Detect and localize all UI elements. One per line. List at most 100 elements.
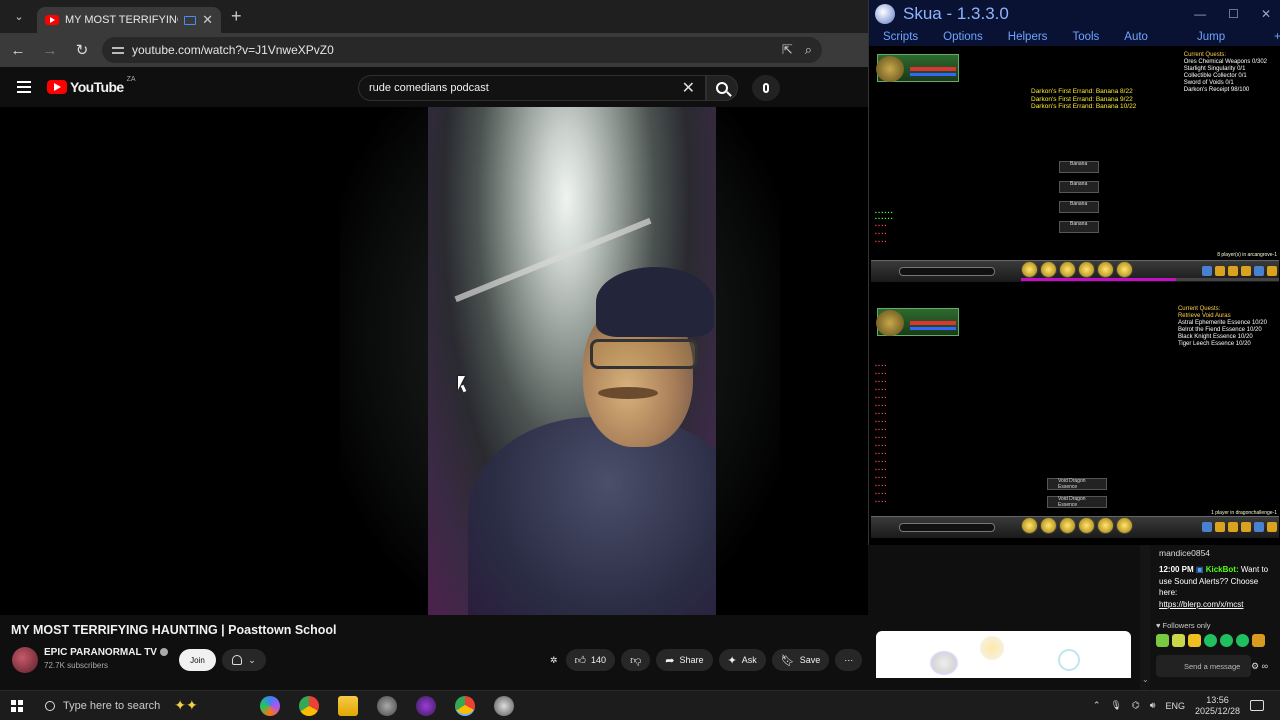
tool-icon[interactable] [1254,266,1264,276]
dislike-button[interactable]: 👎︎ [621,649,651,671]
skill-slot[interactable] [1097,261,1114,278]
chevron-down-icon[interactable]: ⌄ [1142,675,1149,684]
game-hotbar[interactable] [871,516,1279,538]
drop-item[interactable]: Banana [1059,221,1099,233]
forward-button[interactable]: → [36,36,64,64]
tool-icon[interactable] [1202,522,1212,532]
tool-icon[interactable] [1202,266,1212,276]
windows-start-icon[interactable] [11,699,23,712]
game-chat-input[interactable] [899,523,995,532]
menu-jump[interactable]: Jump [1197,31,1225,43]
emote[interactable] [1188,634,1201,647]
browser-tab[interactable]: MY MOST TERRIFYING HAU ✕ [37,7,221,33]
emote[interactable] [1252,634,1265,647]
tool-icon[interactable] [1215,522,1225,532]
tool-icon[interactable] [1228,522,1238,532]
reload-button[interactable]: ↻ [68,36,96,64]
emote[interactable] [1172,634,1185,647]
skill-slot[interactable] [1078,261,1095,278]
file-explorer-icon[interactable] [338,695,358,716]
join-button[interactable]: Join [179,649,216,671]
zoom-icon[interactable]: ⌕ [805,42,812,58]
more-actions-button[interactable]: ⋯ [835,649,863,671]
skua-app-icon[interactable] [494,695,514,716]
skill-slot[interactable] [1116,517,1133,534]
network-icon[interactable]: ⌬ [1132,700,1140,711]
sparkle-icon[interactable]: ✲ [548,649,560,671]
skill-slot[interactable] [1059,517,1076,534]
skill-slot[interactable] [1059,261,1076,278]
tool-icon[interactable] [1254,522,1264,532]
url-input[interactable]: youtube.com/watch?v=J1VnweXPvZ0 ⇱ ⌕ [102,37,822,63]
chrome-active-icon[interactable] [455,695,475,716]
close-button[interactable]: ✕ [1261,7,1271,21]
app-icon[interactable] [416,695,436,716]
search-input[interactable]: rude comedians podcast ✕ [358,75,706,101]
tab-close-button[interactable]: ✕ [202,12,213,28]
skill-slot[interactable] [1116,261,1133,278]
skill-slot[interactable] [1021,261,1038,278]
tab-search-button[interactable]: ⌄ [5,5,33,29]
emote[interactable] [1236,634,1249,647]
tool-icon[interactable] [1267,266,1277,276]
install-app-icon[interactable]: ⇱ [782,42,793,58]
mini-video-thumbnail[interactable] [876,631,1131,678]
drop-item[interactable]: Void Dragon Essence [1047,496,1107,508]
site-info-icon[interactable] [112,44,124,56]
youtube-logo[interactable]: YouTube ZA [47,76,136,95]
voice-search-button[interactable] [752,75,780,101]
drop-item[interactable]: Void Dragon Essence [1047,478,1107,490]
share-button[interactable]: ➦ Share [656,649,713,671]
menu-icon[interactable] [17,81,31,93]
volume-icon[interactable]: 🔊︎ [1150,700,1156,711]
search-button[interactable] [706,75,738,101]
game-client-b[interactable]: Current Quests: Retrieve Void Auras Astr… [871,300,1279,540]
menu-tools[interactable]: Tools [1072,31,1099,43]
notifications-icon[interactable] [1250,700,1264,711]
menu-scripts[interactable]: Scripts [883,31,918,43]
clear-search-button[interactable]: ✕ [682,78,695,98]
chrome-icon[interactable] [299,695,319,716]
emote[interactable] [1220,634,1233,647]
skill-slot[interactable] [1040,517,1057,534]
video-player[interactable] [0,107,868,615]
game-chat-input[interactable] [899,267,995,276]
tool-icon[interactable] [1215,266,1225,276]
tool-icon[interactable] [1241,522,1251,532]
tool-icon[interactable] [1241,266,1251,276]
ask-button[interactable]: ✦ Ask [718,649,766,671]
menu-helpers[interactable]: Helpers [1008,31,1048,43]
game-launcher-icon[interactable] [377,695,397,716]
game-hotbar[interactable] [871,260,1279,282]
emote[interactable] [1204,634,1217,647]
skill-slot[interactable] [1021,517,1038,534]
tray-chevron-up-icon[interactable]: ⌃ [1093,700,1101,711]
like-button[interactable]: 👍︎ 140 [565,649,616,671]
menu-options[interactable]: Options [943,31,983,43]
add-tab-button[interactable]: + [1274,31,1280,43]
chat-send-input[interactable]: Send a message [1156,655,1251,677]
microphone-icon[interactable]: 🎙︎ [1110,700,1121,711]
notifications-button[interactable]: ⌄ [222,649,266,671]
channel-avatar[interactable] [12,647,38,673]
drop-item[interactable]: Banana [1059,161,1099,173]
drop-item[interactable]: Banana [1059,181,1099,193]
language-indicator[interactable]: ENG [1165,701,1185,711]
game-client-a[interactable]: Current Quests: Ores Chemical Weapons 0/… [871,46,1279,286]
minimize-button[interactable]: — [1194,7,1206,21]
taskbar-search[interactable]: Type here to search ✦✦ [45,694,230,718]
channel-name[interactable]: EPIC PARANORMAL TV [44,647,157,658]
skill-slot[interactable] [1040,261,1057,278]
skill-slot[interactable] [1078,517,1095,534]
chat-link[interactable]: https://blerp.com/x/mcst [1159,600,1243,609]
new-tab-button[interactable]: + [231,6,242,27]
tool-icon[interactable] [1228,266,1238,276]
tool-icon[interactable] [1267,522,1277,532]
skill-slot[interactable] [1097,517,1114,534]
back-button[interactable]: ← [4,36,32,64]
copilot-icon[interactable] [260,695,280,716]
emote[interactable] [1156,634,1169,647]
menu-auto[interactable]: Auto [1124,31,1148,43]
drop-item[interactable]: Banana [1059,201,1099,213]
channel-name-row[interactable]: EPIC PARANORMAL TV [44,647,168,658]
